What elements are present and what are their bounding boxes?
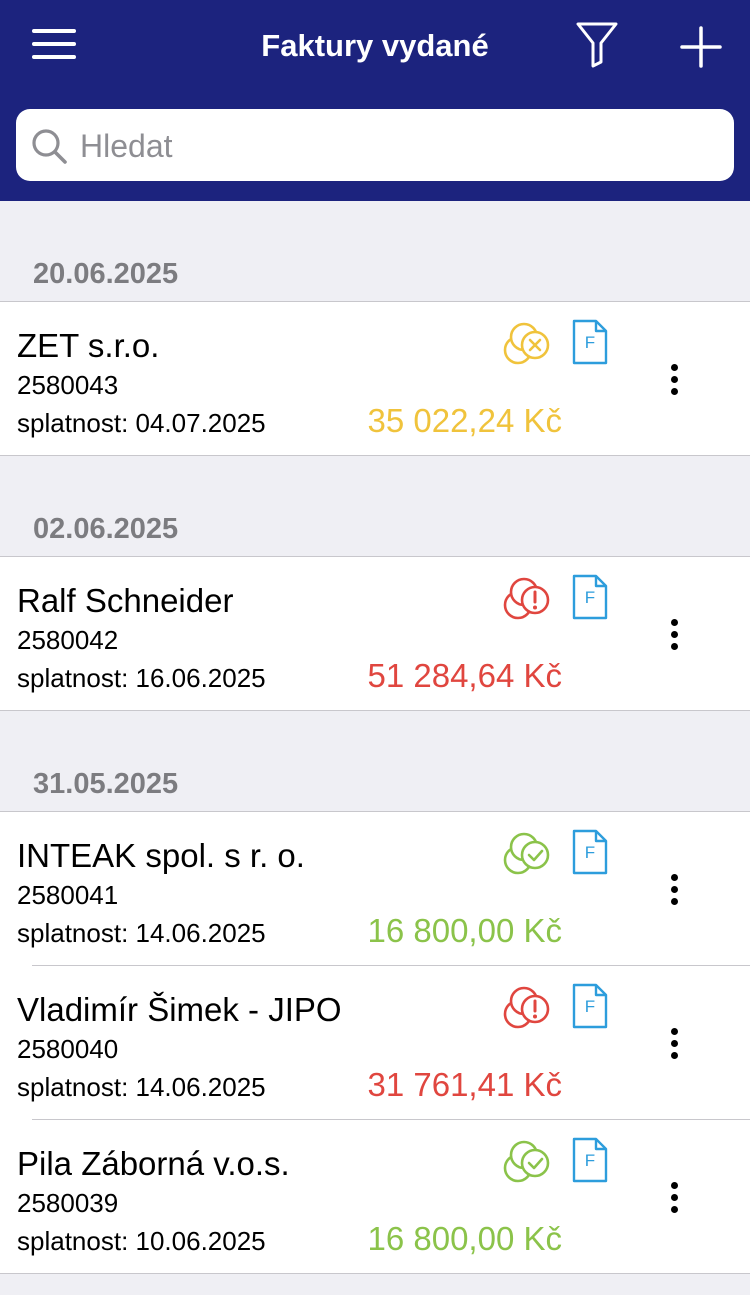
invoice-number: 2580040 bbox=[17, 1034, 119, 1064]
invoice-document-icon[interactable]: F bbox=[572, 829, 608, 875]
search-icon bbox=[32, 129, 67, 164]
invoice-row[interactable]: Vladimír Šimek - JIPO 2580040 splatnost: 1… bbox=[0, 966, 750, 1120]
invoice-document-icon[interactable]: F bbox=[572, 1137, 608, 1183]
invoice-amount: 51 284,64 Kč bbox=[367, 657, 563, 694]
invoice-number: 2580042 bbox=[17, 625, 119, 655]
coins-check-icon bbox=[503, 1140, 550, 1183]
document-type-label: F bbox=[584, 997, 596, 1016]
coins-exclamation-icon bbox=[503, 986, 550, 1029]
invoice-row[interactable]: Ralf Schneider 2580042 splatnost: 16.06.20… bbox=[0, 557, 750, 711]
invoice-amount: 35 022,24 Kč bbox=[367, 402, 563, 439]
coins-exclamation-icon bbox=[503, 577, 550, 620]
plus-icon[interactable] bbox=[678, 24, 724, 70]
more-options-icon[interactable] bbox=[660, 360, 690, 400]
more-options-icon[interactable] bbox=[660, 1178, 690, 1218]
due-date: splatnost: 04.07.2025 bbox=[17, 408, 266, 438]
invoice-row[interactable]: ZET s.r.o. 2580043 splatnost: 04.07.2025 35… bbox=[0, 302, 750, 456]
invoice-row[interactable]: INTEAK spol. s r. o. 2580041 splatnost: 14… bbox=[0, 812, 750, 966]
customer-name: INTEAK spol. s r. o. bbox=[17, 837, 305, 874]
invoice-number: 2580039 bbox=[17, 1188, 119, 1218]
invoice-document-icon[interactable]: F bbox=[572, 574, 608, 620]
invoice-document-icon[interactable]: F bbox=[572, 983, 608, 1029]
invoice-number: 2580043 bbox=[17, 370, 119, 400]
invoice-amount: 31 761,41 Kč bbox=[367, 1066, 563, 1103]
search-input[interactable] bbox=[78, 119, 722, 173]
customer-name: ZET s.r.o. bbox=[17, 327, 160, 364]
invoice-list: 20.06.2025 ZET s.r.o. 2580043 splatnost: 04… bbox=[0, 201, 750, 1274]
document-type-label: F bbox=[584, 1151, 596, 1170]
customer-name: Pila Záborná v.o.s. bbox=[17, 1145, 290, 1182]
due-date: splatnost: 14.06.2025 bbox=[17, 918, 266, 948]
more-options-icon[interactable] bbox=[660, 1024, 690, 1064]
invoice-group: Ralf Schneider 2580042 splatnost: 16.06.20… bbox=[0, 556, 750, 711]
invoice-document-icon[interactable]: F bbox=[572, 319, 608, 365]
page-title: Faktury vydané bbox=[261, 28, 489, 63]
section-date-header: 31.05.2025 bbox=[33, 768, 179, 800]
coins-x-icon bbox=[503, 322, 550, 365]
filter-icon[interactable] bbox=[574, 20, 620, 68]
section-date-header: 20.06.2025 bbox=[33, 258, 179, 290]
invoice-number: 2580041 bbox=[17, 880, 119, 910]
invoice-row[interactable]: Pila Záborná v.o.s. 2580039 splatnost: 10.… bbox=[0, 1120, 750, 1274]
due-date: splatnost: 14.06.2025 bbox=[17, 1072, 266, 1102]
section-date-header: 02.06.2025 bbox=[33, 513, 179, 545]
due-date: splatnost: 16.06.2025 bbox=[17, 663, 266, 693]
document-type-label: F bbox=[584, 333, 596, 352]
more-options-icon[interactable] bbox=[660, 870, 690, 910]
customer-name: Ralf Schneider bbox=[17, 582, 234, 619]
customer-name: Vladimír Šimek - JIPO bbox=[17, 991, 342, 1028]
coins-check-icon bbox=[503, 832, 550, 875]
app-header: Faktury vydané bbox=[0, 0, 750, 201]
invoice-group: INTEAK spol. s r. o. 2580041 splatnost: 14… bbox=[0, 811, 750, 1274]
search-bar bbox=[16, 109, 734, 181]
document-type-label: F bbox=[584, 843, 596, 862]
more-options-icon[interactable] bbox=[660, 615, 690, 655]
due-date: splatnost: 10.06.2025 bbox=[17, 1226, 266, 1256]
document-type-label: F bbox=[584, 588, 596, 607]
invoice-group: ZET s.r.o. 2580043 splatnost: 04.07.2025 35… bbox=[0, 301, 750, 456]
invoice-amount: 16 800,00 Kč bbox=[367, 912, 563, 949]
invoice-amount: 16 800,00 Kč bbox=[367, 1220, 563, 1257]
